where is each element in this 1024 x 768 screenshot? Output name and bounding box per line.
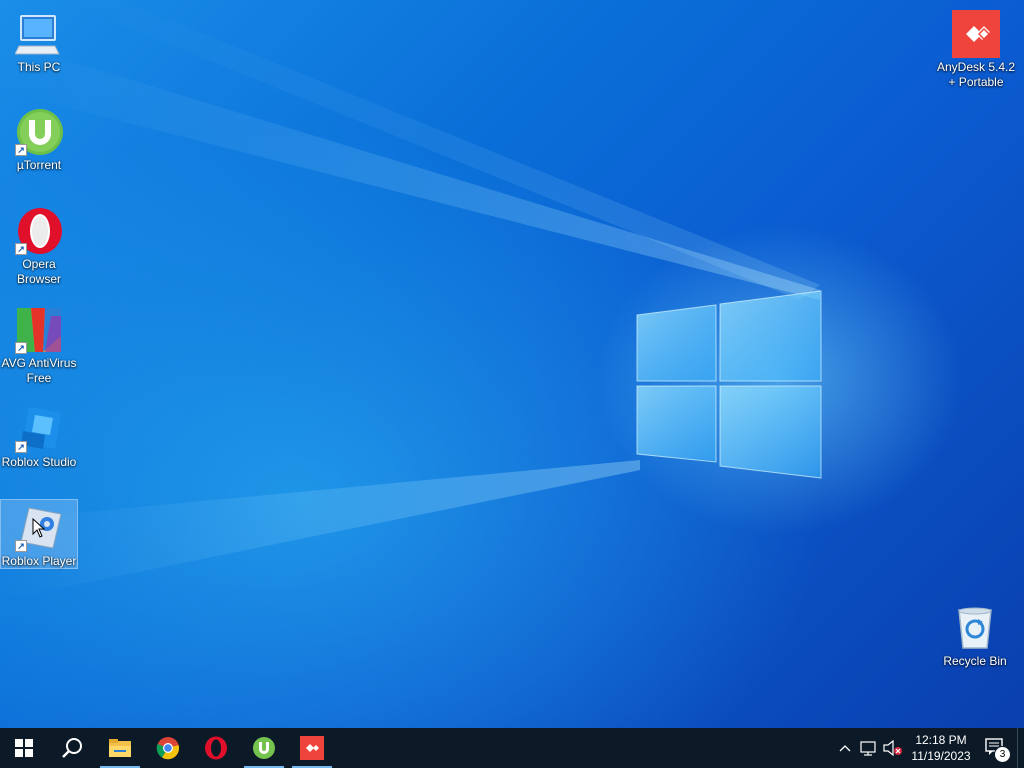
clock-time: 12:18 PM: [915, 733, 967, 747]
icon-label: Recycle Bin: [943, 654, 1007, 668]
utorrent-icon: [253, 737, 275, 759]
desktop-icon-anydesk[interactable]: AnyDesk 5.4.2 + Portable: [936, 6, 1016, 90]
network-icon: [860, 741, 876, 756]
opera-icon: ↗: [15, 207, 63, 255]
recycle-bin-icon: [951, 604, 999, 652]
icon-label: Opera Browser: [16, 257, 61, 286]
avg-icon: ↗: [15, 306, 63, 354]
taskbar: 12:18 PM 11/19/2023 3: [0, 728, 1024, 768]
icon-label: This PC: [17, 60, 61, 74]
taskbar-opera[interactable]: [192, 728, 240, 768]
shortcut-arrow-icon: ↗: [15, 540, 27, 552]
desktop-icon-avg[interactable]: ↗ AVG AntiVirus Free: [1, 302, 77, 386]
start-button[interactable]: [0, 728, 48, 768]
clock-date: 11/19/2023: [911, 749, 971, 763]
icon-label: AVG AntiVirus Free: [1, 356, 77, 385]
desktop-icon-roblox-studio[interactable]: ↗ Roblox Studio: [1, 401, 77, 470]
taskbar-chrome[interactable]: [144, 728, 192, 768]
desktop-icon-utorrent[interactable]: ↗ µTorrent: [1, 104, 77, 173]
shortcut-arrow-icon: ↗: [15, 243, 27, 255]
chrome-icon: [156, 737, 180, 760]
file-explorer-icon: [109, 739, 131, 757]
icon-label: µTorrent: [16, 158, 62, 172]
utorrent-icon: ↗: [15, 108, 63, 156]
taskbar-clock[interactable]: 12:18 PM 11/19/2023: [905, 732, 977, 764]
icon-label: Roblox Studio: [1, 455, 77, 469]
notification-count-badge: 3: [994, 746, 1011, 763]
shortcut-arrow-icon: ↗: [15, 144, 27, 156]
taskbar-anydesk[interactable]: [288, 728, 336, 768]
opera-icon: [205, 736, 227, 760]
search-icon: [62, 738, 82, 758]
show-desktop-button[interactable]: [1017, 728, 1024, 768]
volume-tray-button[interactable]: [881, 728, 905, 768]
shortcut-arrow-icon: ↗: [15, 441, 27, 453]
desktop[interactable]: This PC ↗ µTorrent ↗ Opera Browser ↗ AVG…: [0, 0, 1024, 728]
taskbar-utorrent[interactable]: [240, 728, 288, 768]
anydesk-icon: [952, 10, 1000, 58]
desktop-icon-opera[interactable]: ↗ Opera Browser: [1, 203, 77, 287]
this-pc-icon: [14, 10, 63, 58]
desktop-icon-recycle-bin[interactable]: Recycle Bin: [936, 600, 1014, 669]
desktop-icon-this-pc[interactable]: This PC: [1, 6, 77, 75]
search-button[interactable]: [48, 728, 96, 768]
shortcut-arrow-icon: ↗: [15, 342, 27, 354]
action-center-button[interactable]: 3: [977, 728, 1017, 768]
roblox-studio-icon: ↗: [15, 405, 63, 453]
volume-muted-icon: [883, 740, 902, 756]
icon-label: Roblox Player: [1, 554, 77, 568]
chevron-up-icon: [839, 745, 851, 752]
taskbar-file-explorer[interactable]: [96, 728, 144, 768]
mouse-cursor-icon: [32, 518, 46, 538]
network-tray-button[interactable]: [857, 728, 881, 768]
wallpaper-beams: [0, 0, 822, 600]
show-hidden-icons-button[interactable]: [833, 728, 857, 768]
icon-label: AnyDesk 5.4.2 + Portable: [936, 60, 1016, 89]
windows-start-icon: [15, 739, 33, 757]
anydesk-icon: [300, 736, 324, 760]
